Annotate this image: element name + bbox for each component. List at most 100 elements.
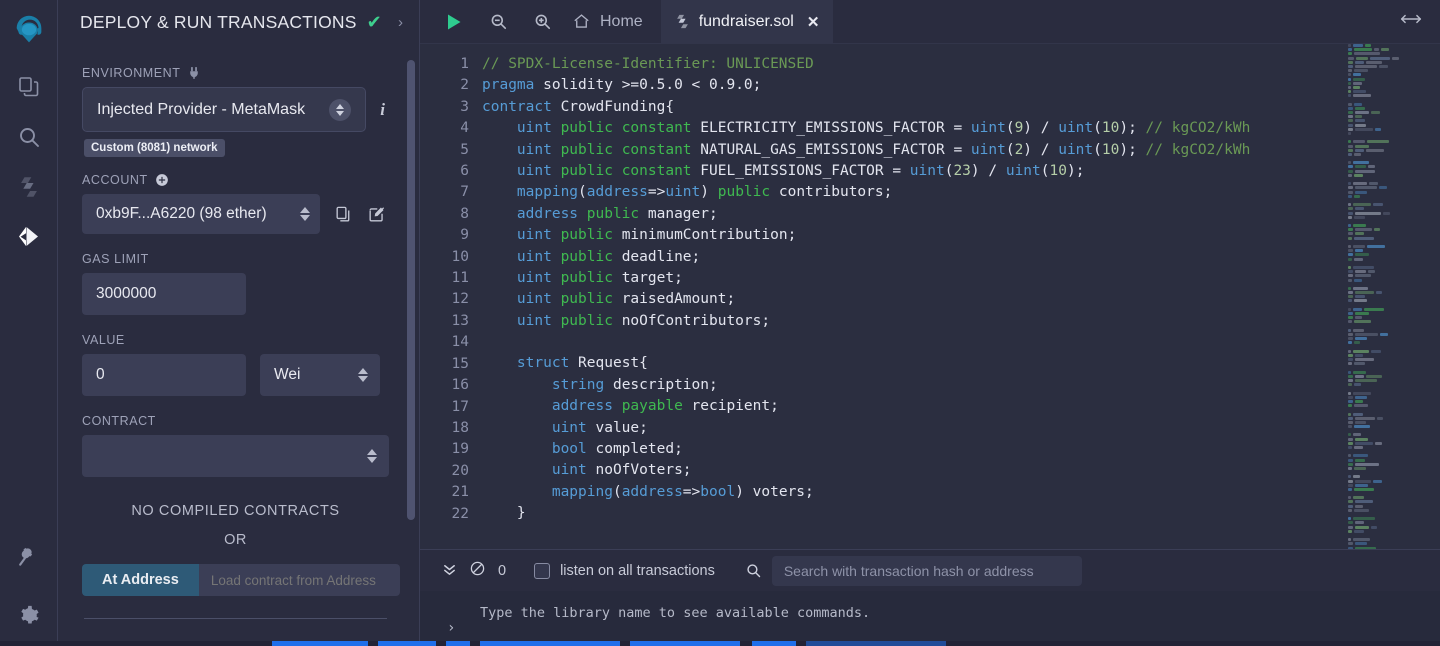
side-panel-scrollbar[interactable] — [407, 60, 415, 520]
panel-expand-chevron-icon[interactable]: › — [398, 14, 403, 31]
line-number: 10 — [451, 248, 469, 265]
chevron-updown-icon[interactable] — [358, 368, 368, 382]
search-icon[interactable] — [745, 562, 762, 579]
code-content[interactable]: // SPDX-License-Identifier: UNLICENSED pr… — [482, 44, 1440, 549]
code-line: pragma solidity >=0.5.0 < 0.9.0; — [482, 77, 762, 94]
listen-all-transactions-row[interactable]: listen on all transactions — [534, 562, 715, 579]
chevron-updown-icon[interactable] — [300, 207, 310, 221]
contract-select[interactable] — [82, 435, 389, 477]
terminal-prompt[interactable]: › — [447, 620, 455, 636]
minimap-line — [1344, 353, 1440, 357]
environment-row: Injected Provider - MetaMask i — [82, 87, 389, 132]
minimap-line — [1344, 454, 1440, 458]
minimap-line — [1344, 383, 1440, 387]
scroll-seg — [630, 641, 740, 646]
sidebar-item-file-explorer[interactable] — [0, 62, 58, 112]
tab-home-label: Home — [600, 12, 643, 30]
info-icon[interactable]: i — [380, 100, 389, 120]
clear-console-button[interactable] — [469, 560, 486, 582]
minimap-line — [1344, 346, 1440, 349]
at-address-row: At Address — [82, 564, 400, 596]
minimap-line — [1344, 232, 1440, 236]
topbar-right-group — [1400, 0, 1440, 43]
sidebar-item-plugin-manager[interactable] — [0, 528, 58, 584]
panel-header: DEPLOY & RUN TRANSACTIONS ✔ › — [58, 0, 419, 44]
minimap-line — [1344, 374, 1440, 378]
gas-limit-label: GAS LIMIT — [82, 252, 389, 266]
line-number: 8 — [460, 205, 469, 222]
minimap-line — [1344, 450, 1440, 453]
minimap-line — [1344, 312, 1440, 315]
minimap-line — [1344, 207, 1440, 211]
code-editor[interactable]: 1 2 3 4 5 6 7 8 9 10 11 12 13 14 15 16 17 18 19 20 21 22 // S… — [420, 44, 1440, 550]
minimap-line — [1344, 44, 1440, 47]
chevron-updown-icon[interactable] — [367, 449, 377, 463]
minimap-line — [1344, 56, 1440, 60]
bottom-scrollbar-strip[interactable] — [0, 641, 1440, 646]
minimap-line — [1344, 538, 1440, 542]
at-address-button[interactable]: At Address — [82, 564, 199, 596]
value-unit-select[interactable]: Wei — [260, 354, 380, 396]
minimap-line — [1344, 425, 1440, 429]
topbar-icon-group — [420, 0, 564, 43]
minimap-line — [1344, 483, 1440, 487]
chevron-updown-icon[interactable] — [329, 98, 352, 121]
minimap-line — [1344, 429, 1440, 432]
minimap-line — [1344, 466, 1440, 470]
scroll-seg — [446, 641, 470, 646]
account-select[interactable]: 0xb9F...A6220 (98 ether) — [82, 194, 320, 234]
minimap-line — [1344, 136, 1440, 139]
or-separator-text: OR — [224, 532, 247, 548]
double-chevron-down-icon[interactable] — [442, 562, 457, 580]
account-label-text: ACCOUNT — [82, 173, 148, 187]
remix-logo[interactable] — [0, 0, 57, 62]
scroll-seg — [272, 641, 368, 646]
sidebar-item-solidity-compiler[interactable] — [0, 162, 58, 212]
edit-icon[interactable] — [367, 205, 386, 224]
gas-limit-input[interactable]: 3000000 — [82, 273, 246, 315]
minimap-line — [1344, 517, 1440, 521]
sidebar-item-settings[interactable] — [0, 584, 58, 646]
value-row: 0 Wei — [82, 354, 389, 396]
at-address-input[interactable] — [198, 564, 400, 596]
zoom-in-button[interactable] — [520, 0, 564, 44]
code-minimap[interactable] — [1344, 44, 1440, 550]
close-icon[interactable]: ✕ — [807, 13, 820, 31]
scroll-seg — [752, 641, 796, 646]
code-line: bool completed; — [551, 441, 683, 458]
minimap-line — [1344, 203, 1440, 207]
minimap-line — [1344, 215, 1440, 219]
minimap-line — [1344, 504, 1440, 508]
sidebar-item-search[interactable] — [0, 112, 58, 162]
line-number: 14 — [451, 334, 469, 351]
copy-icon[interactable] — [334, 205, 353, 224]
terminal-search-input[interactable] — [771, 555, 1082, 586]
minimap-line — [1344, 140, 1440, 144]
minimap-line — [1344, 341, 1440, 345]
tab-fundraiser-sol[interactable]: fundraiser.sol ✕ — [660, 0, 834, 43]
scroll-seg — [378, 641, 436, 646]
minimap-line — [1344, 534, 1440, 537]
environment-value: Injected Provider - MetaMask — [97, 100, 306, 118]
line-number: 15 — [451, 355, 469, 372]
run-script-button[interactable] — [432, 0, 476, 44]
line-number: 22 — [451, 505, 469, 522]
listen-all-transactions-checkbox[interactable] — [534, 562, 551, 579]
line-number: 5 — [460, 141, 469, 158]
solidity-file-icon — [676, 14, 688, 29]
minimap-line — [1344, 391, 1440, 395]
horizontal-resize-icon[interactable] — [1400, 12, 1422, 31]
line-number: 1 — [460, 56, 469, 72]
value-input[interactable]: 0 — [82, 354, 246, 396]
minimap-line — [1344, 85, 1440, 89]
sidebar-item-deploy-run-transactions[interactable] — [0, 212, 58, 262]
code-line: address public manager; — [516, 205, 718, 222]
terminal-body[interactable]: Type the library name to see available c… — [420, 591, 1440, 646]
plus-circle-icon[interactable] — [155, 173, 169, 187]
tab-home[interactable]: Home — [564, 0, 661, 43]
minimap-line — [1344, 127, 1440, 131]
zoom-out-button[interactable] — [476, 0, 520, 44]
value-unit: Wei — [274, 366, 301, 383]
environment-select[interactable]: Injected Provider - MetaMask — [82, 87, 367, 132]
minimap-line — [1344, 228, 1440, 232]
